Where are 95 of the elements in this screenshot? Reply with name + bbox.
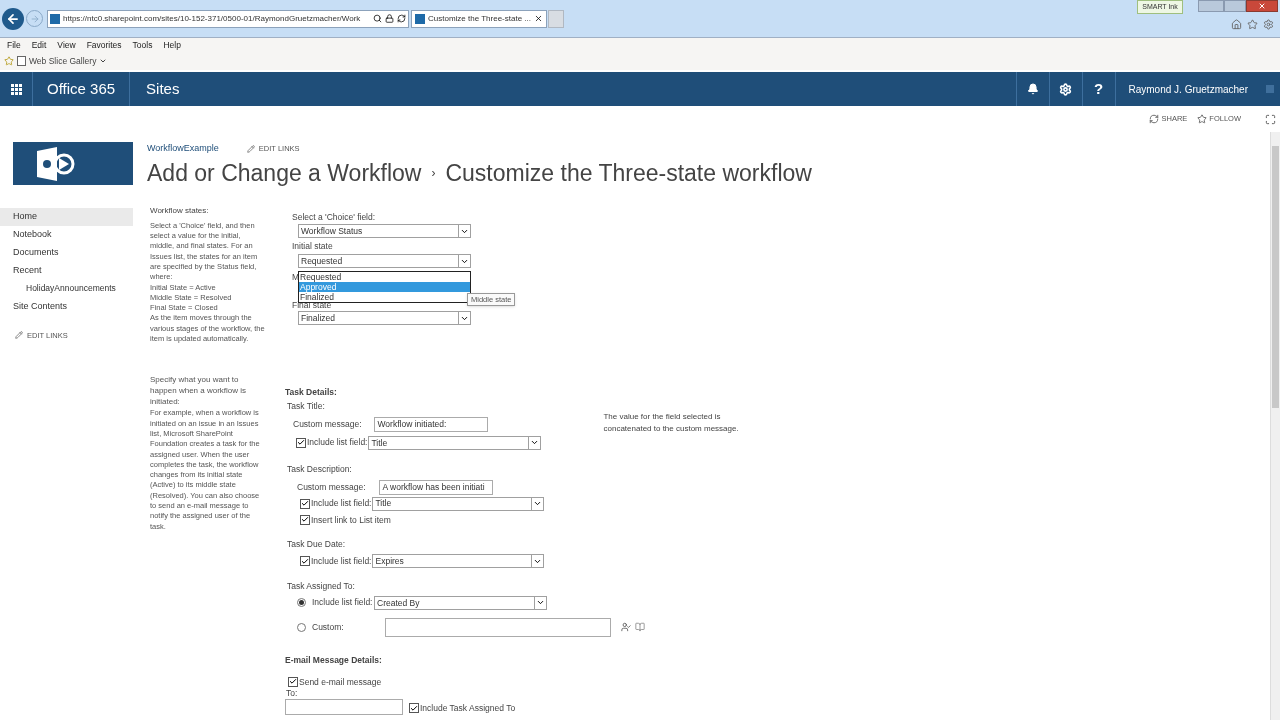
home-icon[interactable]: [1231, 19, 1242, 30]
pencil-icon: [246, 145, 255, 153]
nav-subitem[interactable]: HolidayAnnouncements: [0, 279, 133, 298]
label: Include Task Assigned To: [420, 702, 516, 715]
text-field[interactable]: [285, 699, 403, 716]
help-button[interactable]: ?: [1081, 72, 1115, 106]
label: Include list field:: [311, 497, 372, 510]
menu-item[interactable]: File: [7, 38, 21, 52]
dropdown[interactable]: Workflow Status: [298, 224, 471, 239]
dropdown[interactable]: Title: [372, 496, 545, 511]
close-icon: [534, 14, 543, 23]
focus-icon[interactable]: [1265, 113, 1276, 125]
web-slice-icon: [17, 56, 26, 66]
label: Insert link to List item: [311, 513, 391, 527]
breadcrumb-link[interactable]: WorkflowExample: [147, 142, 219, 156]
app-title[interactable]: Sites: [130, 72, 196, 106]
description-text: Specify what you want to happen when a workflow is initiated:: [150, 374, 248, 408]
checkbox[interactable]: [300, 515, 310, 525]
site-logo[interactable]: [13, 142, 133, 185]
text-field[interactable]: Workflow initiated:: [373, 416, 488, 432]
section-heading: Task Details:: [285, 386, 338, 400]
site-icon: [50, 13, 60, 24]
checkbox[interactable]: [300, 498, 310, 509]
separator-icon: ›: [431, 164, 436, 183]
label: Task Due Date:: [287, 538, 347, 552]
label: Select a 'Choice' field:: [292, 210, 377, 224]
close-icon: [1258, 2, 1266, 10]
browser-tab[interactable]: Customize the Three-state ...: [411, 9, 547, 28]
close-button[interactable]: [1246, 0, 1278, 12]
address-bar[interactable]: https://ntc0.sharepoint.com/sites/10-152-371/0500-01/RaymondGruetzmacher/Work: [47, 9, 409, 28]
dropdown[interactable]: Requested: [298, 254, 471, 268]
follow-icon: [1197, 114, 1208, 124]
dropdown[interactable]: Finalized: [298, 311, 471, 325]
page-title: Add or Change a Workflow: [147, 159, 422, 188]
text-field[interactable]: A workflow has been initiati: [378, 479, 493, 495]
chevron-icon: [534, 596, 546, 609]
favorites-icon[interactable]: [1247, 19, 1258, 30]
label: Send e-mail message: [299, 675, 382, 689]
nav-item[interactable]: Documents: [0, 243, 133, 262]
checkbox[interactable]: [300, 556, 310, 567]
nav-item[interactable]: Site Contents: [0, 297, 133, 316]
back-button[interactable]: [2, 7, 24, 30]
chevron-icon: [458, 312, 470, 324]
dropdown[interactable]: Created By: [374, 595, 547, 610]
checkbox[interactable]: [288, 677, 298, 687]
label: Custom:: [312, 621, 345, 634]
refresh-icon: [397, 14, 406, 23]
nav-item[interactable]: Home: [0, 207, 133, 226]
dropdown[interactable]: Expires: [372, 554, 545, 569]
search-icon: [373, 14, 382, 23]
menu-item[interactable]: View: [57, 38, 76, 52]
label: Task Title:: [287, 400, 326, 413]
section-heading: Workflow states:: [150, 205, 210, 216]
label: Include list field:: [307, 436, 368, 450]
nav-item[interactable]: Notebook: [0, 225, 133, 244]
menu-item[interactable]: Tools: [132, 38, 153, 52]
menu-item[interactable]: Edit: [31, 38, 47, 52]
caret-icon[interactable]: [99, 57, 108, 65]
checkbox[interactable]: [296, 437, 306, 448]
pencil-icon: [15, 331, 23, 340]
dropdown[interactable]: Title: [368, 435, 542, 450]
user-name[interactable]: Raymond J. Gruetzmacher: [1114, 72, 1260, 106]
brand-label[interactable]: Office 365: [33, 72, 131, 106]
menu-item[interactable]: Help: [163, 38, 181, 52]
text-field[interactable]: [385, 617, 611, 637]
label: Include list field:: [311, 554, 372, 568]
favorites-star-icon[interactable]: [4, 56, 14, 66]
radio-button[interactable]: [297, 598, 306, 608]
chevron-icon: [458, 225, 470, 238]
nav-item[interactable]: Recent: [0, 261, 133, 280]
label: Include list field:: [312, 596, 374, 610]
checkbox[interactable]: [409, 703, 419, 714]
note-text: The value for the field selected is concatenated to the custom message.: [603, 410, 740, 435]
share-icon: [1149, 114, 1160, 124]
label: Task Assigned To:: [287, 580, 356, 593]
radio-button[interactable]: [297, 622, 306, 632]
section-heading: E-mail Message Details:: [285, 653, 383, 667]
label: M: [292, 271, 300, 284]
menu-item[interactable]: Favorites: [86, 38, 122, 52]
dropdown-option[interactable]: Finalized: [299, 292, 470, 302]
chevron-icon: [458, 255, 470, 267]
site-icon: [415, 13, 425, 24]
label: To:: [286, 688, 299, 699]
scroll-bar[interactable]: [1270, 132, 1280, 720]
dropdown-option[interactable]: Requested: [299, 272, 470, 282]
label: Custom message:: [293, 418, 362, 431]
check-names-icon[interactable]: [621, 622, 631, 633]
address-book-icon[interactable]: [635, 622, 645, 633]
label: Initial state: [292, 240, 334, 253]
label: Custom message:: [297, 480, 366, 494]
lock-icon: [385, 14, 394, 23]
page-subtitle: Customize the Three-state workflow: [445, 159, 812, 188]
forward-arrow-icon: [29, 13, 40, 24]
favorites-link[interactable]: Web Slice Gallery: [29, 54, 97, 68]
label: Task Description:: [287, 462, 353, 476]
